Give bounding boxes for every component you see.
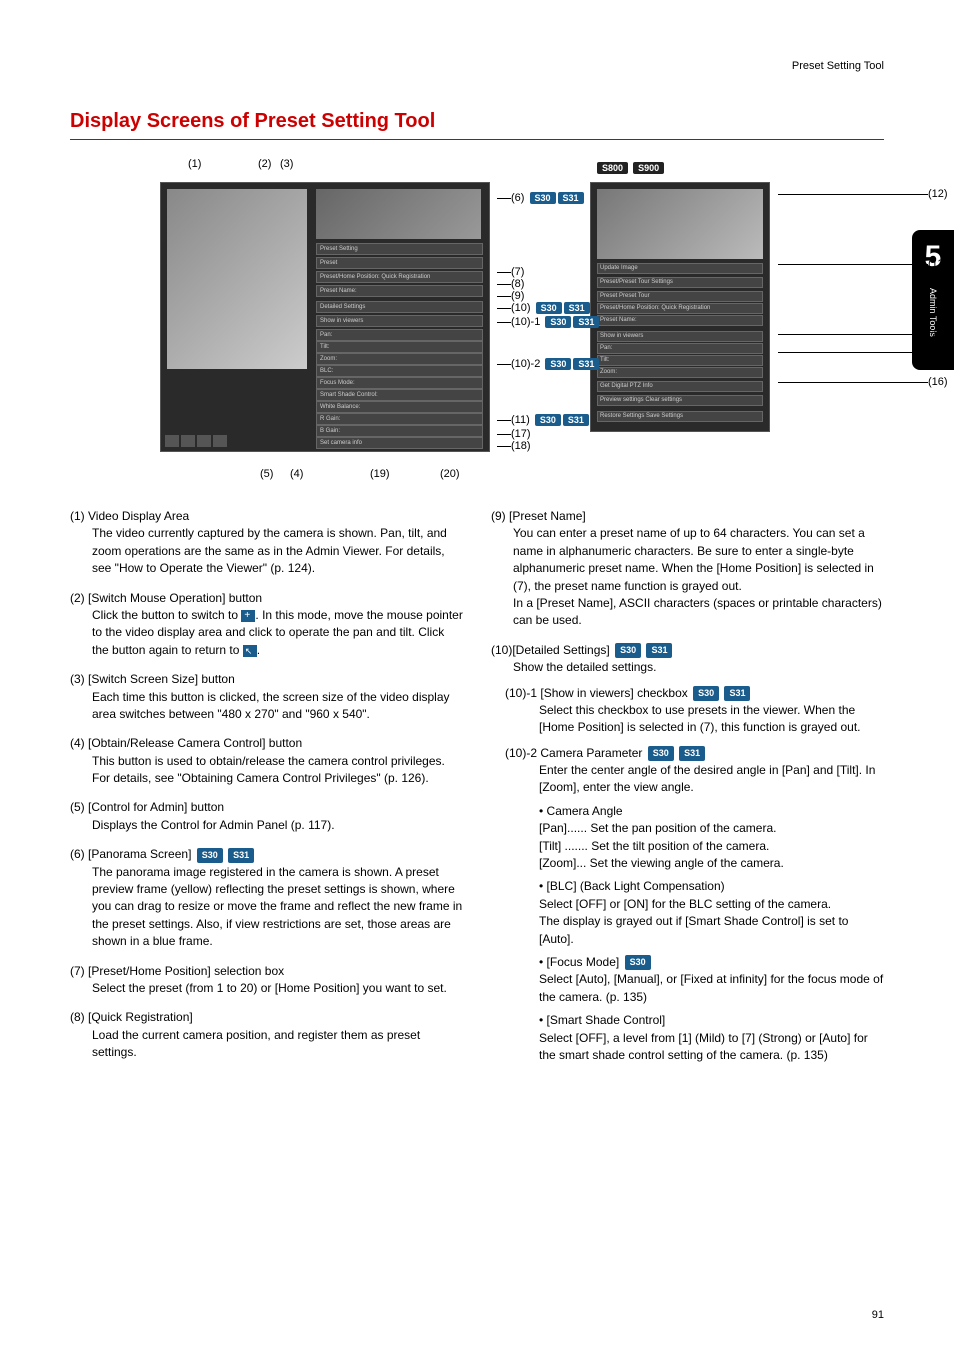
breadcrumb: Preset Setting Tool (792, 60, 884, 72)
callout-3: (3) (280, 158, 293, 170)
item-9: (9) [Preset Name] You can enter a preset… (491, 508, 884, 630)
item-1: (1) Video Display Area The video current… (70, 508, 463, 578)
row-rgain: R Gain: (316, 413, 483, 425)
row-blc: BLC: (316, 365, 483, 377)
row-update-image: Update Image (597, 263, 763, 274)
screenshot-diagram: (1) (2) (3) S800 S900 Preset Setting Pre… (70, 158, 884, 488)
bullet-blc: • [BLC] (Back Light Compensation) Select… (539, 878, 884, 948)
row-preset-tab: Preset (316, 257, 483, 269)
page-number: 91 (872, 1309, 884, 1321)
item-10-2: (10)-2 Camera Parameter S30 S31 Enter th… (491, 745, 884, 1065)
callout-10-2: (10)-2 S30S31 (497, 358, 599, 370)
row-pan: Pan: (316, 329, 483, 341)
item-2-body: Click the button to switch to . In this … (70, 607, 463, 659)
row-get-dptz: Get Digital PTZ Info (597, 381, 763, 392)
callout-10-1: (10)-1 S30S31 (497, 316, 599, 328)
row-preset-home2: Preset/Home Position: Quick Registration (597, 303, 763, 314)
item-10-1: (10)-1 [Show in viewers] checkbox S30 S3… (491, 685, 884, 737)
row-show-viewers2: Show in viewers (597, 331, 763, 342)
row-focus: Focus Mode: (316, 377, 483, 389)
row-preview-clear: Preview settings Clear settings (597, 395, 763, 406)
right-screenshot: Update Image Preset/Preset Tour Settings… (590, 182, 770, 432)
row-zoom2: Zoom: (597, 367, 763, 378)
callout-18: (18) (497, 440, 531, 452)
callout-15: (15) (778, 346, 948, 358)
callout-9: (9) (497, 290, 524, 302)
section-title: Display Screens of Preset Setting Tool (70, 110, 884, 140)
callout-11: (11) S30S31 (497, 414, 589, 426)
row-tilt2: Tilt: (597, 355, 763, 366)
item-5: (5) [Control for Admin] button Displays … (70, 799, 463, 834)
row-tilt: Tilt: (316, 341, 483, 353)
item-2: (2) [Switch Mouse Operation] button Clic… (70, 590, 463, 660)
row-preset-tour-settings: Preset/Preset Tour Settings (597, 277, 763, 288)
row-preset-setting: Preset Setting (316, 243, 483, 255)
item-6: (6) [Panorama Screen] S30 S31 The panora… (70, 846, 463, 950)
badge-s30: S30 (615, 643, 641, 658)
callout-10: (10) S30S31 (497, 302, 590, 314)
full-image-preview (597, 189, 763, 259)
plus-icon (241, 610, 255, 622)
badge-s31: S31 (228, 848, 254, 863)
row-bgain: B Gain: (316, 425, 483, 437)
callout-19: (19) (370, 468, 390, 480)
right-column: (9) [Preset Name] You can enter a preset… (491, 508, 884, 1076)
callout-4: (4) (290, 468, 303, 480)
badge-s800: S800 (597, 162, 628, 174)
bullet-camera-angle: • Camera Angle [Pan]...... Set the pan p… (539, 803, 884, 873)
row-preset-name: Preset Name: (316, 285, 483, 297)
callout-12: (12) (778, 188, 948, 200)
badge-s900: S900 (633, 162, 664, 174)
row-detailed: Detailed Settings (316, 301, 483, 313)
badges-s800-s900: S800 S900 (595, 162, 664, 174)
row-preset-tour-tabs: Preset Preset Tour (597, 291, 763, 302)
arrow-icon (243, 645, 257, 657)
badge-s31: S31 (646, 643, 672, 658)
bullet-smart-shade: • [Smart Shade Control] Select [OFF], a … (539, 1012, 884, 1064)
item-7: (7) [Preset/Home Position] selection box… (70, 963, 463, 998)
callout-14: (14) (778, 328, 948, 340)
video-preview (167, 189, 307, 369)
row-setcam: Set camera info (316, 437, 483, 449)
item-4: (4) [Obtain/Release Camera Control] butt… (70, 735, 463, 787)
row-preset-home: Preset/Home Position: Quick Registration (316, 271, 483, 283)
badge-s30: S30 (197, 848, 223, 863)
bottom-toolbar (165, 435, 305, 447)
row-restore-save: Restore Settings Save Settings (597, 411, 763, 422)
item-10: (10)[Detailed Settings] S30 S31 Show the… (491, 642, 884, 1065)
callout-5: (5) (260, 468, 273, 480)
callout-7: (7) (497, 266, 524, 278)
callout-2: (2) (258, 158, 271, 170)
item-3: (3) [Switch Screen Size] button Each tim… (70, 671, 463, 723)
callout-8: (8) (497, 278, 524, 290)
callout-1: (1) (188, 158, 201, 170)
panorama-preview (316, 189, 481, 239)
row-preset-name2: Preset Name: (597, 315, 763, 326)
callout-6: (6) S30S31 (497, 192, 584, 204)
callout-16: (16) (778, 376, 948, 388)
row-show-viewers: Show in viewers (316, 315, 483, 327)
row-zoom: Zoom: (316, 353, 483, 365)
row-shade: Smart Shade Control: (316, 389, 483, 401)
row-wb: White Balance: (316, 401, 483, 413)
callout-17: (17) (497, 428, 531, 440)
row-pan2: Pan: (597, 343, 763, 354)
left-column: (1) Video Display Area The video current… (70, 508, 463, 1076)
callout-20: (20) (440, 468, 460, 480)
left-screenshot: Preset Setting Preset Preset/Home Positi… (160, 182, 490, 452)
bullet-focus-mode: • [Focus Mode] S30 Select [Auto], [Manua… (539, 954, 884, 1006)
callout-13: (13) (778, 258, 948, 270)
description-columns: (1) Video Display Area The video current… (70, 508, 884, 1076)
item-8: (8) [Quick Registration] Load the curren… (70, 1009, 463, 1061)
